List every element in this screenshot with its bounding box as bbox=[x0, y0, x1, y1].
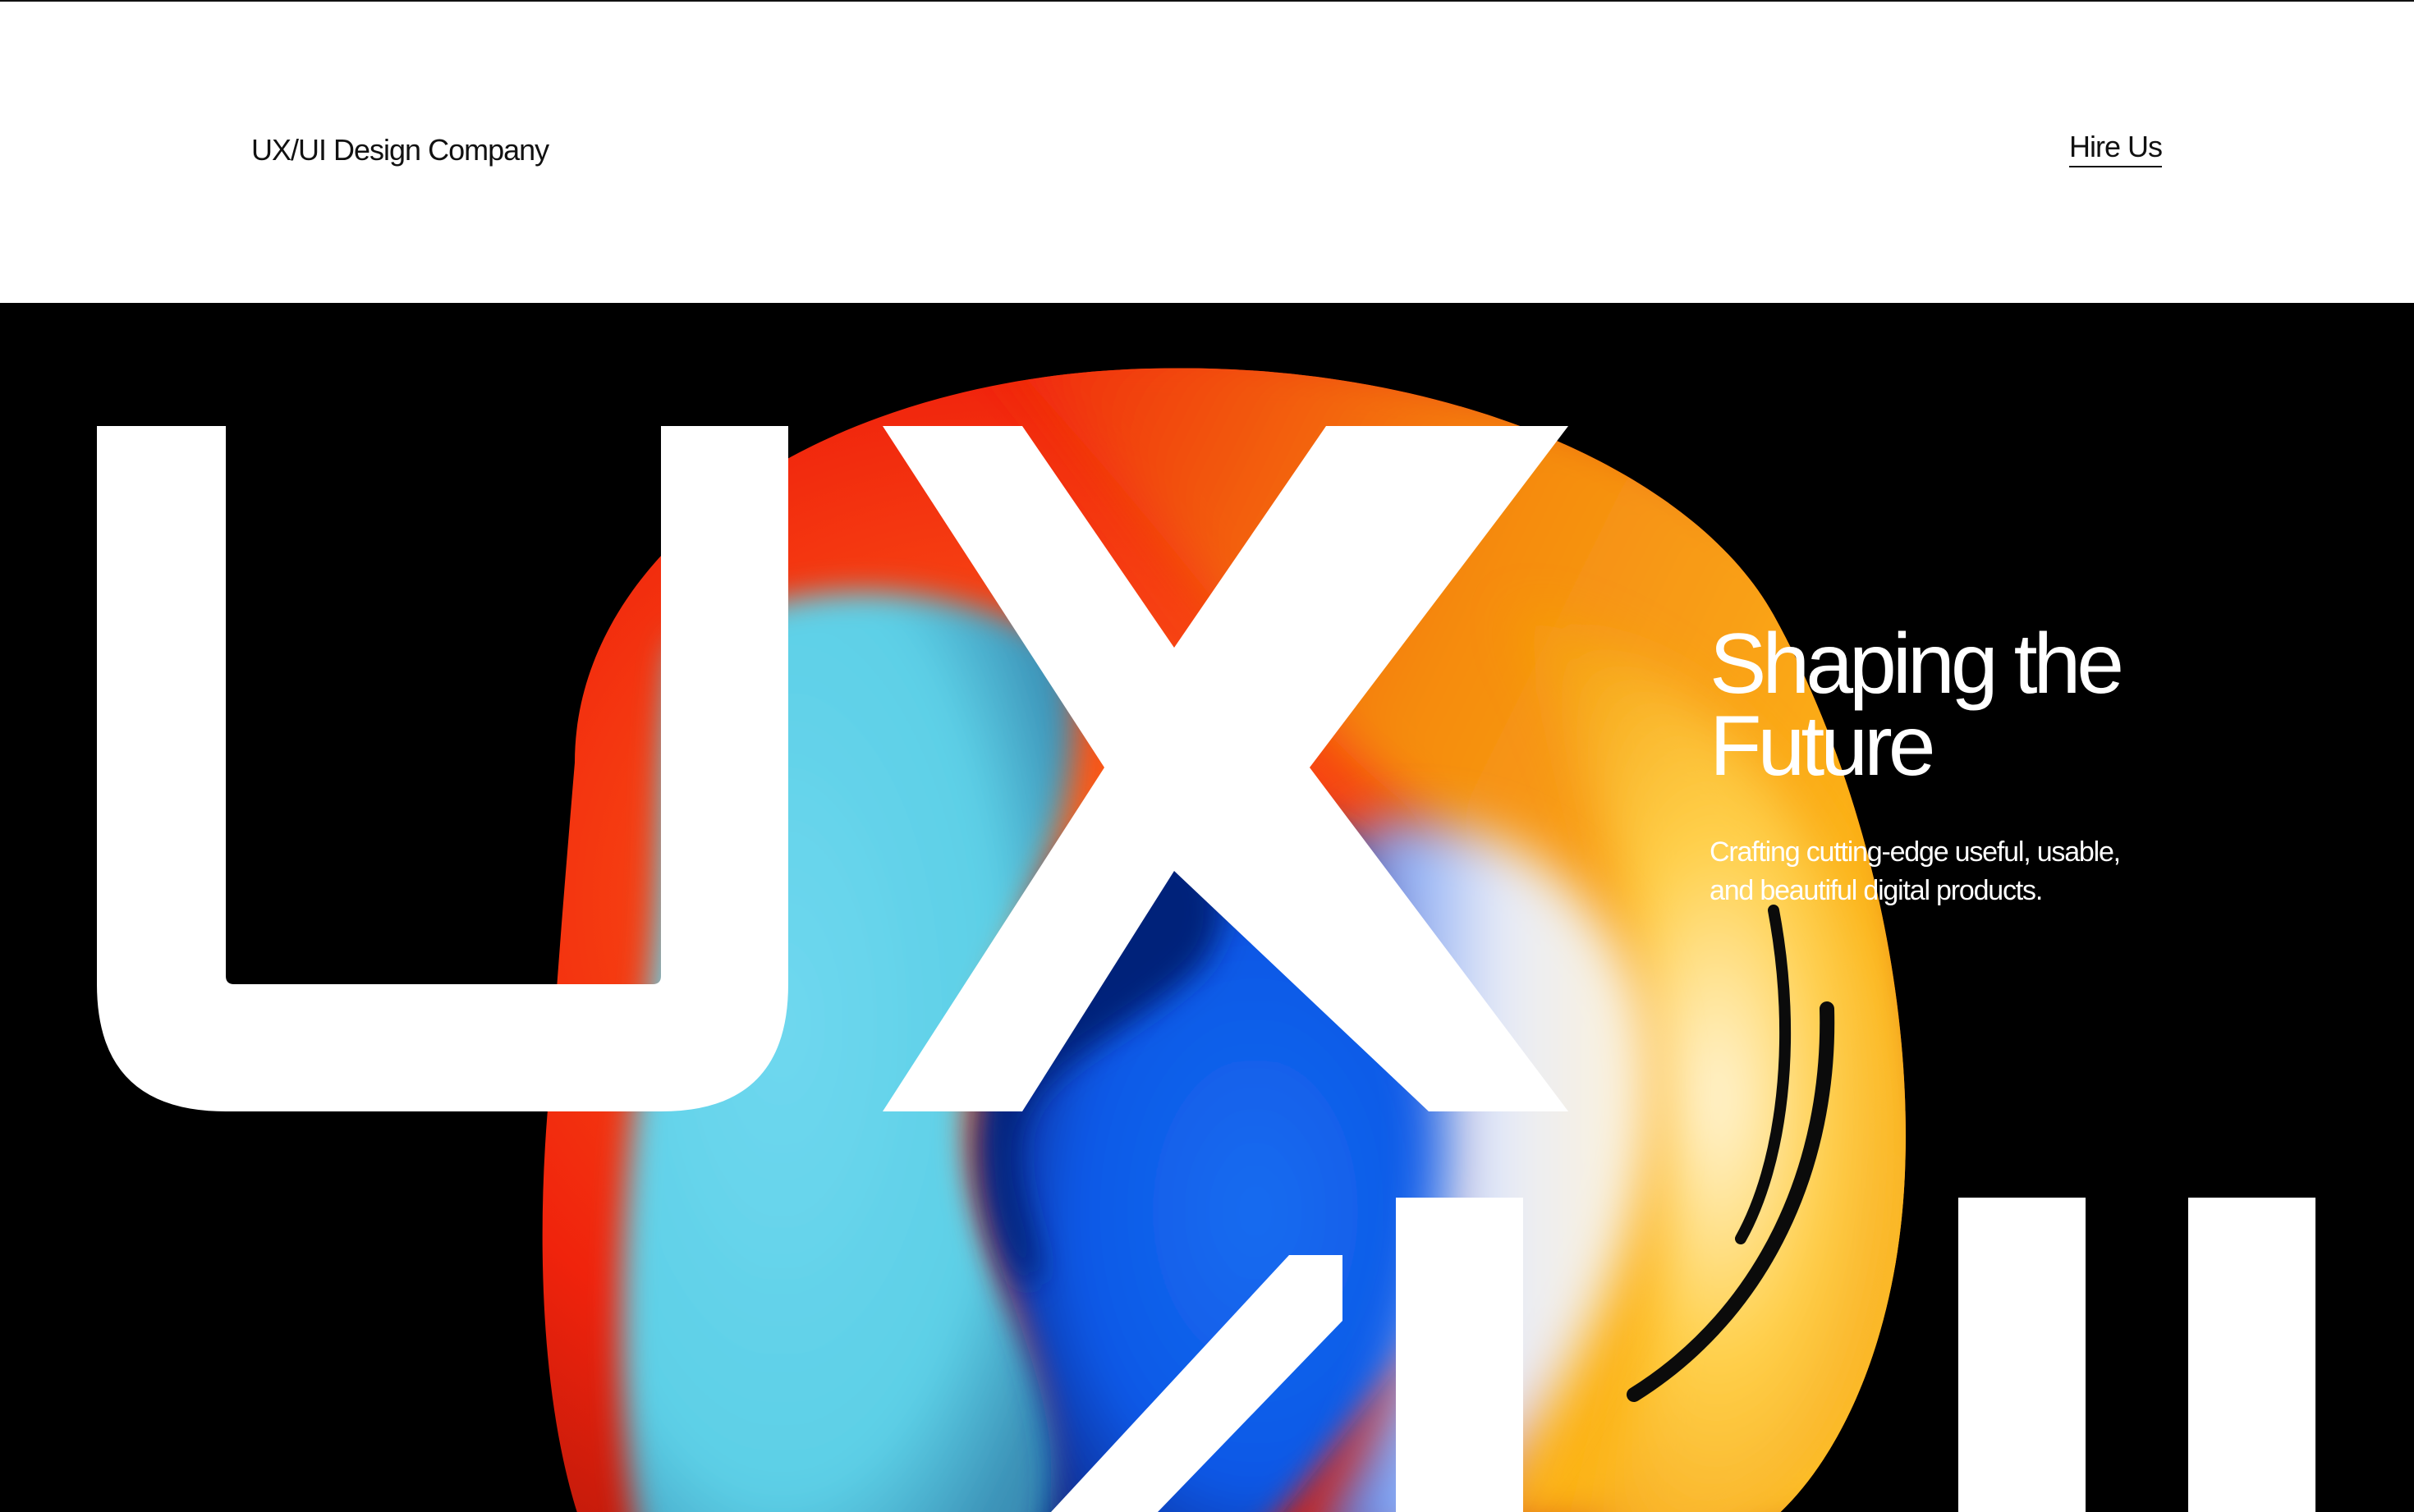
brand-name[interactable]: UX/UI Design Company bbox=[251, 133, 549, 167]
hero-subtext: Crafting cutting-edge useful, usable, an… bbox=[1710, 833, 2202, 910]
hero-headline: Shaping the Future bbox=[1710, 621, 2235, 789]
headline-line-1: Shaping the bbox=[1710, 616, 2124, 712]
hero-tagline: Shaping the Future Crafting cutting-edge… bbox=[1710, 621, 2235, 910]
site-header: UX/UI Design Company Hire Us bbox=[0, 2, 2414, 303]
hero-section: Shaping the Future Crafting cutting-edge… bbox=[0, 303, 2414, 1512]
hire-us-link[interactable]: Hire Us bbox=[2068, 130, 2163, 167]
subtext-line-1: Crafting cutting-edge useful, usable, bbox=[1710, 836, 2121, 868]
page: UX/UI Design Company Hire Us Shaping the… bbox=[0, 0, 2414, 1512]
headline-line-2: Future bbox=[1710, 699, 1936, 794]
subtext-line-2: and beautiful digital products. bbox=[1710, 875, 2043, 906]
